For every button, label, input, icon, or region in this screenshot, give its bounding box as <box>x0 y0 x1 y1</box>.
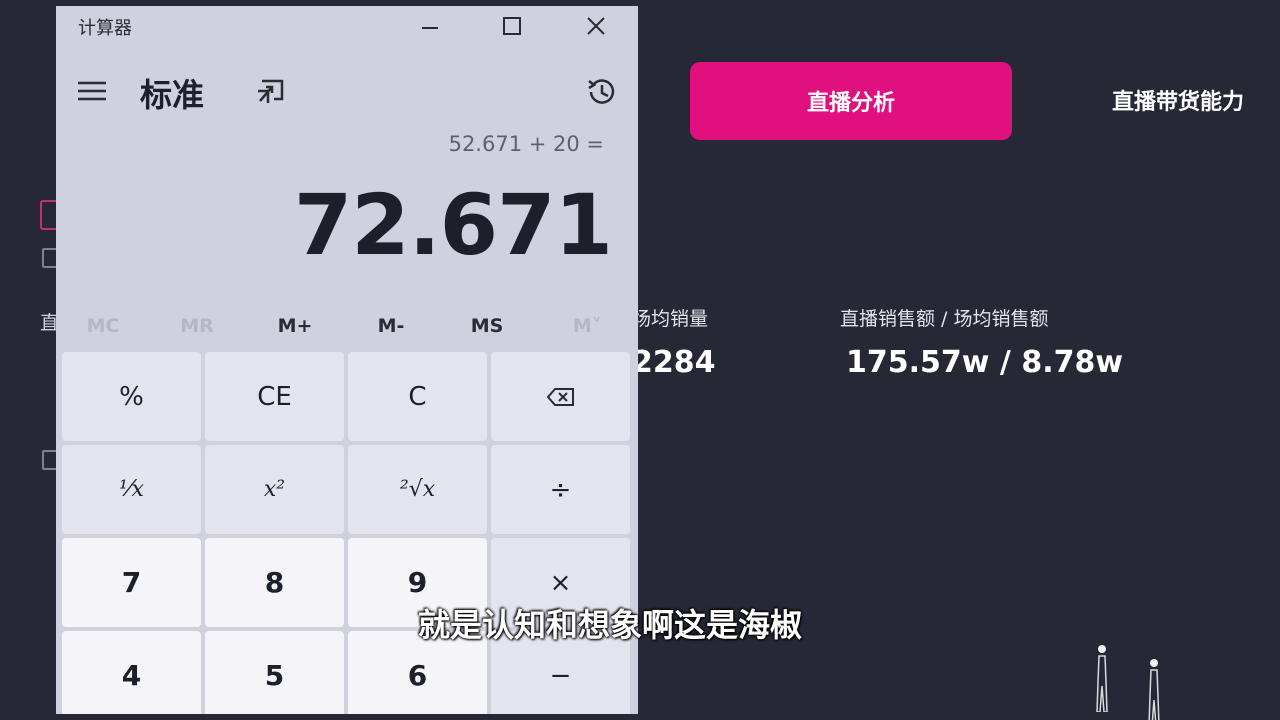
minimize-button[interactable] <box>408 8 452 44</box>
square-root-button[interactable]: ²√x <box>348 445 487 534</box>
digit-4-button[interactable]: 4 <box>62 631 201 714</box>
expression-display: 52.671 + 20 = <box>448 132 604 156</box>
memory-row: MC MR M+ M- MS M˅ <box>56 306 638 346</box>
calculator-header: 标准 <box>56 58 638 122</box>
reciprocal-button[interactable]: ¹⁄x <box>62 445 201 534</box>
close-icon <box>587 17 605 35</box>
tab-live-analysis[interactable]: 直播分析 <box>690 62 1012 140</box>
memory-list-button[interactable]: M˅ <box>540 306 634 346</box>
keep-on-top-button[interactable] <box>254 74 288 108</box>
clear-button[interactable]: C <box>348 352 487 441</box>
keep-on-top-icon <box>258 79 284 103</box>
metric-avg-sales-value: 2284 <box>632 345 716 380</box>
navigation-menu-button[interactable] <box>76 78 108 104</box>
divide-button[interactable]: ÷ <box>491 445 630 534</box>
digit-5-button[interactable]: 5 <box>205 631 344 714</box>
digit-7-button[interactable]: 7 <box>62 538 201 627</box>
result-display: 72.671 <box>293 176 613 274</box>
history-icon <box>588 79 615 104</box>
percent-button[interactable]: % <box>62 352 201 441</box>
metric-sales-amount-label: 直播销售额 / 场均销售额 <box>840 308 1049 330</box>
metric-avg-sales-label: 场均销量 <box>632 308 709 330</box>
minimize-icon <box>422 27 438 29</box>
memory-subtract-button[interactable]: M- <box>344 306 438 346</box>
backspace-button[interactable] <box>491 352 630 441</box>
hamburger-icon <box>78 81 106 101</box>
square-button[interactable]: x² <box>205 445 344 534</box>
clear-entry-button[interactable]: CE <box>205 352 344 441</box>
title-bar[interactable]: 计算器 <box>56 6 638 46</box>
tab-live-selling-ability[interactable]: 直播带货能力 <box>1112 88 1244 118</box>
maximize-icon <box>503 17 521 35</box>
figure-icon <box>1148 659 1160 720</box>
close-button[interactable] <box>574 8 618 44</box>
screen: 直 直播分析 直播带货能力 场均销量 2284 直播销售额 / 场均销售额 17… <box>0 0 1280 720</box>
metric-sales-amount-value: 175.57w / 8.78w <box>846 345 1124 380</box>
mode-title: 标准 <box>140 76 205 114</box>
video-subtitle: 就是认知和想象啊这是海椒 <box>418 606 803 644</box>
memory-store-button[interactable]: MS <box>440 306 534 346</box>
digit-8-button[interactable]: 8 <box>205 538 344 627</box>
history-button[interactable] <box>582 72 622 112</box>
memory-recall-button[interactable]: MR <box>150 306 244 346</box>
window-title: 计算器 <box>78 18 132 39</box>
maximize-button[interactable] <box>490 8 534 44</box>
figure-icon <box>1096 645 1108 712</box>
memory-add-button[interactable]: M+ <box>248 306 342 346</box>
memory-clear-button[interactable]: MC <box>56 306 150 346</box>
backspace-icon <box>546 387 574 406</box>
